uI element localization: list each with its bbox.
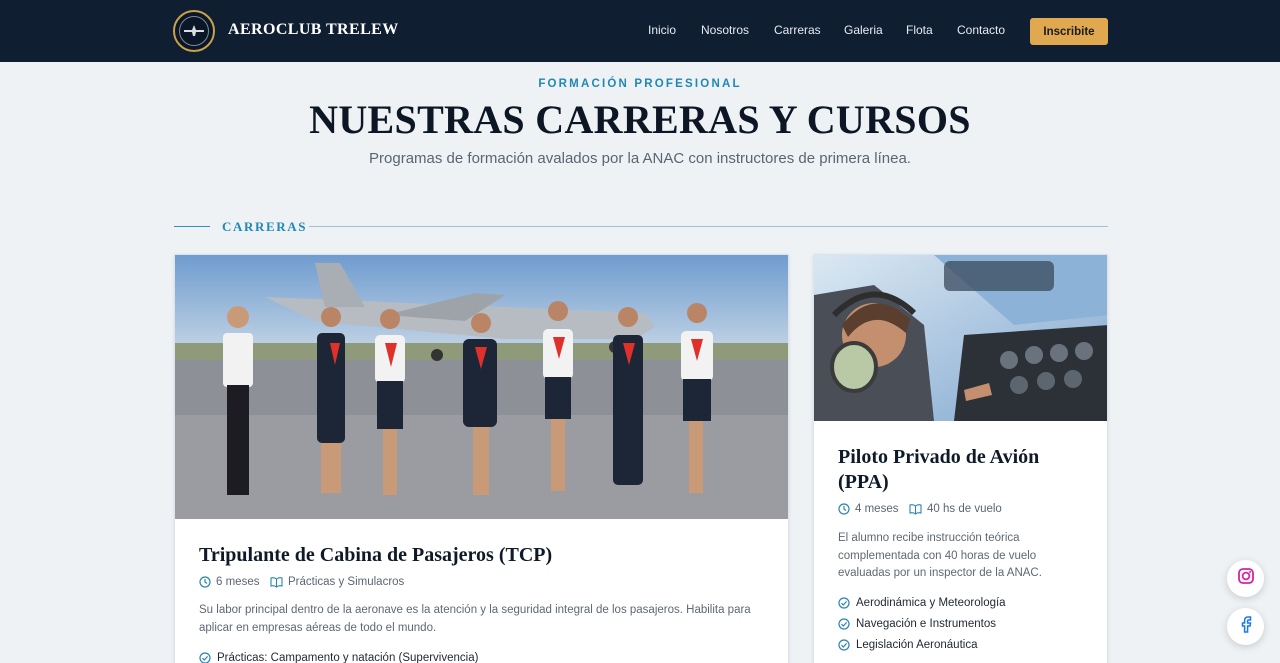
check-circle-icon (838, 597, 850, 609)
check-circle-icon (838, 618, 850, 630)
clock-icon (199, 576, 211, 588)
brand-name[interactable]: AEROCLUB TRELEW (228, 21, 399, 39)
facebook-icon (1238, 615, 1254, 638)
ppa-feature-item: Aerodinámica y Meteorología (838, 597, 1006, 609)
section-eyebrow: FORMACIÓN PROFESIONAL (538, 78, 742, 90)
airplane-logo-icon (184, 25, 204, 36)
ppa-feature-text: Legislación Aeronáutica (856, 639, 978, 651)
tcp-extra-text: Prácticas y Simulacros (288, 576, 405, 588)
top-navbar: AEROCLUB TRELEW Inicio Nosotros Carreras… (0, 0, 1280, 62)
course-card-ppa[interactable]: Piloto Privado de Avión (PPA) 4 meses 40… (813, 254, 1108, 663)
aeroclub-logo[interactable] (173, 10, 215, 52)
nav-flota[interactable]: Flota (906, 23, 933, 37)
nav-nosotros[interactable]: Nosotros (701, 23, 749, 37)
nav-galeria[interactable]: Galeria (844, 23, 883, 37)
tcp-crew-photo (175, 255, 788, 519)
nav-inicio[interactable]: Inicio (648, 23, 676, 37)
book-icon (270, 576, 283, 588)
ppa-feature-text: Navegación e Instrumentos (856, 618, 996, 630)
tcp-extra: Prácticas y Simulacros (270, 576, 404, 588)
ppa-extra-text: 40 hs de vuelo (927, 503, 1002, 515)
ppa-extra: 40 hs de vuelo (909, 503, 1002, 515)
ppa-feature-item: Legislación Aeronáutica (838, 639, 977, 651)
course-card-tcp[interactable]: Tripulante de Cabina de Pasajeros (TCP) … (174, 254, 789, 663)
facebook-button[interactable] (1227, 608, 1264, 645)
ppa-title: Piloto Privado de Avión (PPA) (838, 446, 1040, 493)
check-circle-icon (838, 639, 850, 651)
check-circle-icon (199, 652, 211, 663)
ppa-description: El alumno recibe instrucción teórica com… (838, 532, 1042, 579)
inscribite-button[interactable]: Inscribite (1030, 18, 1108, 45)
tcp-title: Tripulante de Cabina de Pasajeros (TCP) (199, 544, 553, 566)
tcp-description: Su labor principal dentro de la aeronave… (199, 604, 751, 634)
divider-right (309, 226, 1108, 227)
page-title: NUESTRAS CARRERAS Y CURSOS (309, 97, 971, 142)
nav-contacto[interactable]: Contacto (957, 23, 1005, 37)
tcp-feature-item: Prácticas: Campamento y natación (Superv… (199, 652, 478, 663)
logo-seal (179, 16, 209, 46)
divider-left (174, 226, 210, 227)
ppa-duration-text: 4 meses (855, 503, 899, 515)
section-label-carreras: CARRERAS (222, 219, 308, 234)
book-icon (909, 503, 922, 515)
tcp-duration-text: 6 meses (216, 576, 260, 588)
tcp-feature-text: Prácticas: Campamento y natación (Superv… (217, 652, 479, 663)
instagram-button[interactable] (1227, 560, 1264, 597)
page-subtitle: Programas de formación avalados por la A… (369, 150, 911, 167)
tcp-duration: 6 meses (199, 576, 259, 588)
nav-carreras[interactable]: Carreras (774, 23, 821, 37)
ppa-feature-item: Navegación e Instrumentos (838, 618, 996, 630)
instagram-icon (1237, 567, 1255, 590)
ppa-feature-text: Aerodinámica y Meteorología (856, 597, 1006, 609)
clock-icon (838, 503, 850, 515)
ppa-cockpit-photo (814, 255, 1107, 421)
ppa-duration: 4 meses (838, 503, 898, 515)
